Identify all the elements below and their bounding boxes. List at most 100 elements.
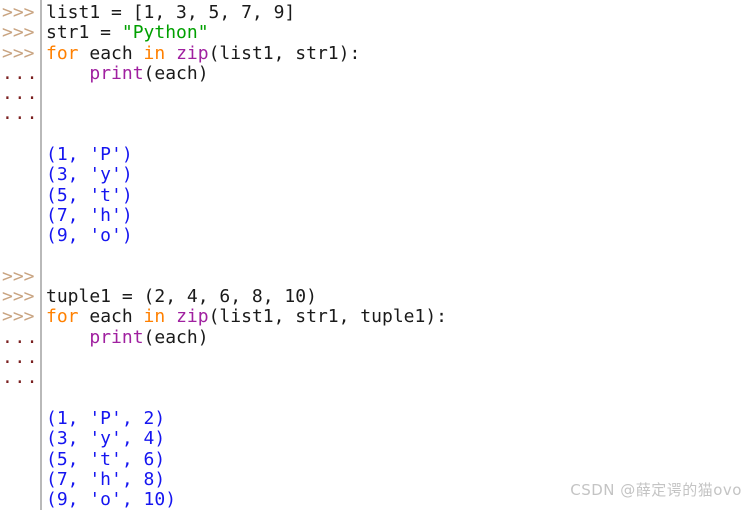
gutter-empty — [0, 409, 40, 429]
console-line-list: >>> list1 = [1, 3, 5, 7, 9] >>> str1 = "Pyt… — [0, 2, 754, 510]
console-line: >>> list1 = [1, 3, 5, 7, 9] — [0, 2, 754, 23]
console-line: (1, 'P', 2) — [0, 407, 754, 429]
console-line — [0, 125, 754, 145]
code-token: (3, 'y', 4) — [46, 428, 166, 450]
code-token: (9, 'o') — [46, 225, 133, 247]
console-line: ... print(each) — [0, 326, 754, 348]
code-token: each — [78, 306, 144, 328]
prompt-secondary: ... — [2, 367, 40, 389]
console-line-code: (5, 't', 6) — [46, 448, 166, 470]
console-line: (3, 'y') — [0, 165, 754, 185]
code-token: for — [46, 306, 79, 328]
console-line: (5, 't') — [0, 184, 754, 206]
code-token: "Python" — [121, 22, 209, 44]
gutter-empty — [0, 165, 40, 185]
console-line: (9, 'o') — [0, 226, 754, 246]
console-line-code: (3, 'y', 4) — [46, 429, 165, 449]
code-token: (5, 't', 6) — [46, 448, 166, 470]
prompt-secondary: ... — [2, 347, 40, 369]
prompt-primary: >>> — [2, 265, 35, 287]
gutter-empty — [0, 470, 40, 490]
code-token: print — [89, 62, 144, 84]
console-line-code: (1, 'P', 2) — [46, 407, 166, 429]
console-line: ... — [0, 83, 754, 105]
code-token: for — [46, 42, 79, 64]
console-line: ... — [0, 103, 754, 125]
code-token: print — [89, 326, 144, 348]
console-line: >>> for each in zip(list1, str1): — [0, 42, 754, 64]
gutter-empty — [0, 247, 40, 267]
gutter-empty — [0, 490, 40, 510]
console-line-code: for each in zip(list1, str1, tuple1): — [46, 307, 447, 327]
console-line-code: (3, 'y') — [46, 165, 133, 185]
console-line: >>> — [0, 265, 754, 287]
gutter-empty — [0, 450, 40, 470]
console-line: ... print(each) — [0, 62, 754, 84]
prompt-secondary: ... — [2, 326, 40, 348]
console-line: ... — [0, 347, 754, 369]
code-token: (list1, str1): — [208, 42, 361, 64]
console-line-code: tuple1 = (2, 4, 6, 8, 10) — [46, 287, 317, 307]
code-token: zip — [176, 42, 209, 64]
code-token: (each) — [143, 326, 209, 348]
console-line-code: print(each) — [46, 62, 209, 84]
gutter-empty — [0, 206, 40, 226]
console-line-code: list1 = [1, 3, 5, 7, 9] — [46, 2, 296, 23]
gutter-empty — [0, 429, 40, 449]
console-line-code: (9, 'o') — [46, 226, 133, 246]
code-token: in — [143, 306, 166, 328]
prompt-secondary: ... — [2, 62, 40, 84]
python-console[interactable]: >>> list1 = [1, 3, 5, 7, 9] >>> str1 = "Pyt… — [0, 0, 754, 510]
prompt-primary: >>> — [2, 2, 35, 23]
console-line: >>> tuple1 = (2, 4, 6, 8, 10) — [0, 286, 754, 308]
console-line: (7, 'h') — [0, 204, 754, 226]
code-token: list1 = [1, 3, 5, 7, 9] — [46, 2, 296, 23]
console-line: ... — [0, 367, 754, 389]
console-line — [0, 389, 754, 409]
console-line-code: (7, 'h') — [46, 204, 133, 226]
code-token: (7, 'h') — [46, 204, 133, 226]
prompt-primary: >>> — [2, 42, 35, 64]
console-line: (5, 't', 6) — [0, 448, 754, 470]
prompt-primary: >>> — [2, 306, 35, 328]
console-line: (3, 'y', 4) — [0, 429, 754, 449]
code-token: (1, 'P', 2) — [46, 407, 166, 429]
code-token: tuple1 = (2, 4, 6, 8, 10) — [46, 286, 317, 308]
prompt-secondary: ... — [2, 103, 40, 125]
code-token: str1 = — [46, 22, 122, 44]
code-token: (list1, str1, tuple1): — [208, 306, 448, 328]
code-token: (9, 'o', 10) — [46, 489, 177, 510]
console-line-code: (1, 'P') — [46, 144, 133, 166]
code-token: (3, 'y') — [46, 164, 133, 186]
prompt-primary: >>> — [2, 286, 35, 308]
code-token: (7, 'h', 8) — [46, 468, 166, 490]
code-token: in — [143, 42, 166, 64]
console-line — [0, 247, 754, 267]
gutter-empty — [0, 186, 40, 206]
prompt-primary: >>> — [2, 22, 35, 44]
gutter-empty — [0, 389, 40, 409]
console-line-code: (5, 't') — [46, 184, 133, 206]
code-token: zip — [176, 306, 209, 328]
csdn-watermark: CSDN @薛定谔的猫ovo — [570, 481, 742, 499]
code-token: (5, 't') — [46, 184, 133, 206]
code-token: (1, 'P') — [46, 144, 133, 166]
gutter-empty — [0, 145, 40, 165]
code-token: (each) — [143, 62, 209, 84]
console-line: >>> str1 = "Python" — [0, 22, 754, 44]
gutter-empty — [0, 226, 40, 246]
console-line-code: print(each) — [46, 326, 209, 348]
console-line: >>> for each in zip(list1, str1, tuple1): — [0, 306, 754, 328]
console-line-code: for each in zip(list1, str1): — [46, 42, 361, 64]
console-line-code: (9, 'o', 10) — [46, 489, 177, 510]
console-line-code: (7, 'h', 8) — [46, 468, 166, 490]
code-token: each — [78, 42, 144, 64]
console-line: (1, 'P') — [0, 144, 754, 166]
console-line-code: str1 = "Python" — [46, 23, 209, 43]
prompt-secondary: ... — [2, 83, 40, 105]
gutter-empty — [0, 125, 40, 145]
